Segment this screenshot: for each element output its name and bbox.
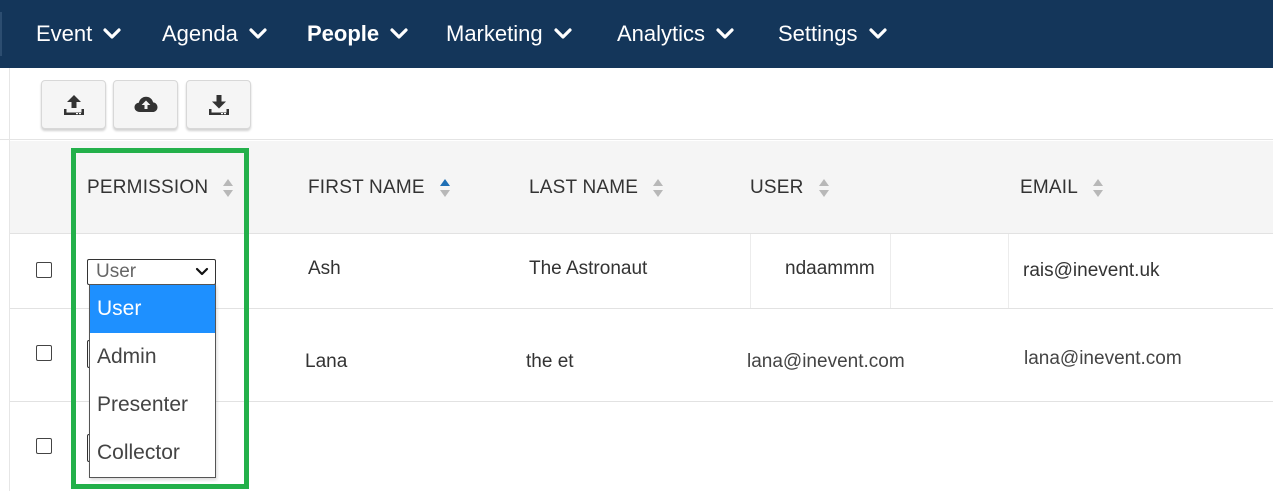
option-user[interactable]: User xyxy=(90,285,215,333)
row-checkbox[interactable] xyxy=(36,262,52,278)
top-navbar: Event Agenda People Marketing Analytics … xyxy=(0,0,1273,68)
chevron-down-icon xyxy=(195,267,209,276)
sort-icon xyxy=(1093,178,1104,197)
column-divider xyxy=(750,234,751,308)
nav-analytics-label: Analytics xyxy=(617,21,706,46)
nav-settings[interactable]: Settings xyxy=(778,0,888,68)
cloud-upload-icon xyxy=(134,96,157,112)
nav-analytics[interactable]: Analytics xyxy=(617,0,735,68)
chevron-down-icon xyxy=(553,28,572,39)
sort-ascending-icon xyxy=(439,178,450,197)
column-header-label: PERMISSION xyxy=(87,176,209,198)
option-collector[interactable]: Collector xyxy=(90,429,215,477)
column-header-user[interactable]: USER xyxy=(750,141,830,234)
last-name-cell: The Astronaut xyxy=(529,258,648,279)
permission-select[interactable]: User xyxy=(87,259,216,285)
column-header-label: FIRST NAME xyxy=(308,176,425,198)
sort-icon xyxy=(223,178,234,197)
toolbar xyxy=(0,68,1273,140)
table-header: PERMISSION FIRST NAME LAST NAME USER EMA… xyxy=(10,141,1273,234)
column-divider xyxy=(1008,234,1009,308)
download-icon xyxy=(208,94,229,115)
permission-dropdown-list: User Admin Presenter Collector xyxy=(89,284,216,478)
chevron-down-icon xyxy=(716,28,734,39)
column-header-last-name[interactable]: LAST NAME xyxy=(529,141,664,234)
column-header-permission[interactable]: PERMISSION xyxy=(87,141,234,234)
option-admin[interactable]: Admin xyxy=(90,333,215,381)
upload-icon xyxy=(63,94,84,115)
cloud-upload-button[interactable] xyxy=(113,80,178,129)
column-header-first-name[interactable]: FIRST NAME xyxy=(308,141,451,234)
column-divider xyxy=(890,234,891,308)
left-rail xyxy=(0,68,10,491)
download-button[interactable] xyxy=(186,80,251,129)
nav-marketing[interactable]: Marketing xyxy=(446,0,573,68)
sort-icon xyxy=(818,178,829,197)
email-cell: lana@inevent.com xyxy=(1024,348,1182,369)
nav-people-label: People xyxy=(307,21,380,46)
nav-event[interactable]: Event xyxy=(36,0,122,68)
upload-button[interactable] xyxy=(41,80,106,129)
nav-settings-label: Settings xyxy=(778,21,858,46)
column-header-email[interactable]: EMAIL xyxy=(1020,141,1104,234)
nav-agenda[interactable]: Agenda xyxy=(162,0,268,68)
email-cell: rais@inevent.uk xyxy=(1023,260,1160,281)
navbar-edge xyxy=(0,12,2,56)
column-header-label: USER xyxy=(750,176,804,198)
sort-icon xyxy=(653,178,664,197)
nav-agenda-label: Agenda xyxy=(162,21,238,46)
row-checkbox[interactable] xyxy=(36,345,52,361)
nav-people[interactable]: People xyxy=(307,0,409,68)
nav-event-label: Event xyxy=(36,21,93,46)
permission-select-value: User xyxy=(96,261,137,282)
chevron-down-icon xyxy=(868,28,887,39)
user-cell: lana@inevent.com xyxy=(747,351,905,372)
last-name-cell: the et xyxy=(526,351,574,372)
chevron-down-icon xyxy=(249,28,267,39)
nav-marketing-label: Marketing xyxy=(446,21,543,46)
column-header-label: LAST NAME xyxy=(529,176,639,198)
row-checkbox[interactable] xyxy=(36,438,52,454)
option-presenter[interactable]: Presenter xyxy=(90,381,215,429)
chevron-down-icon xyxy=(103,28,121,39)
user-cell: ndaammm xyxy=(785,258,875,279)
first-name-cell: Ash xyxy=(308,258,341,279)
first-name-cell: Lana xyxy=(305,351,348,372)
column-header-label: EMAIL xyxy=(1020,176,1079,198)
chevron-down-icon xyxy=(390,28,408,39)
